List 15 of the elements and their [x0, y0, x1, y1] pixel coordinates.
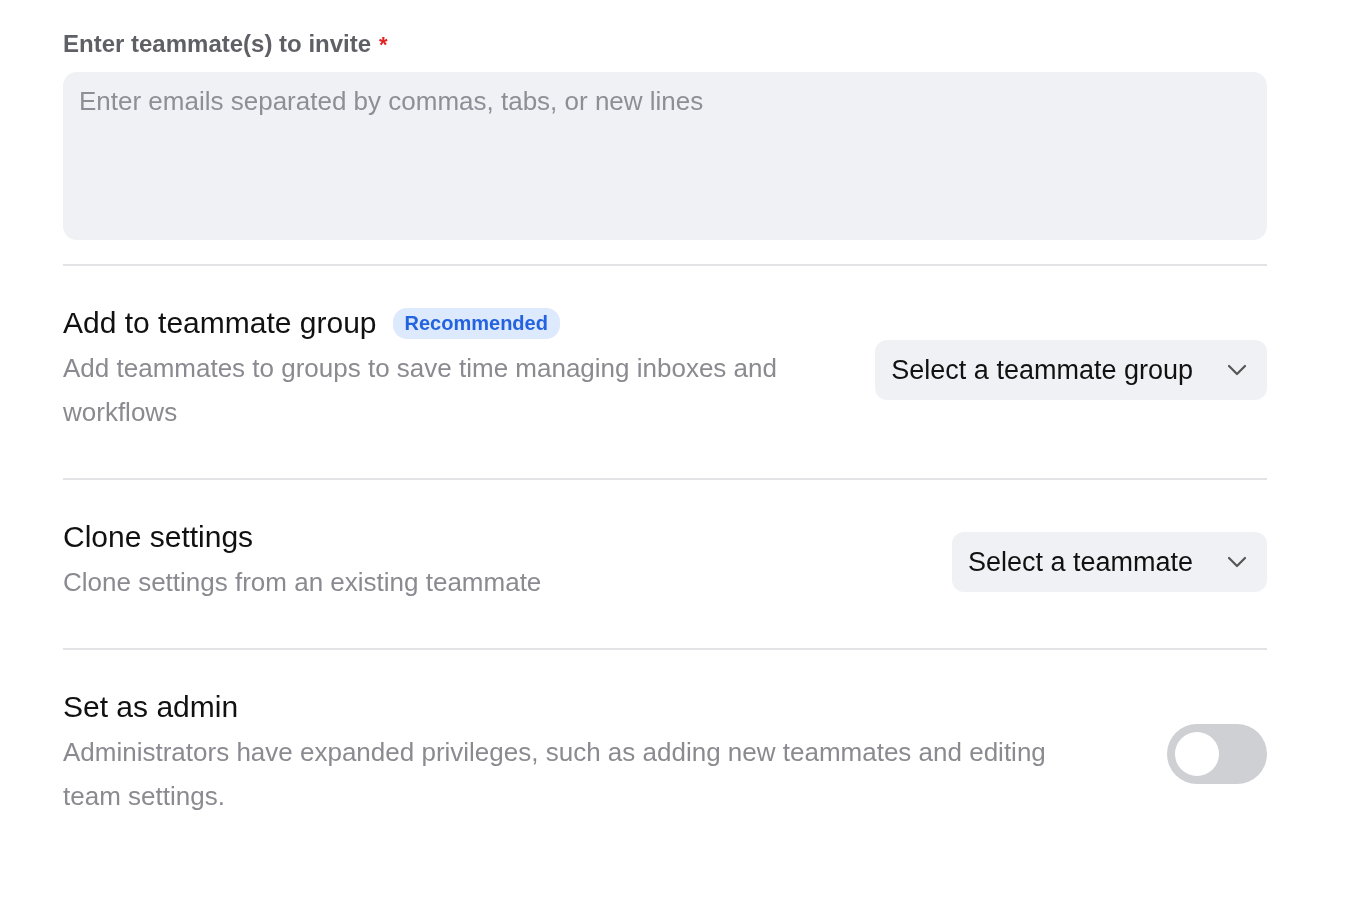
section-title: Add to teammate group [63, 306, 377, 340]
section-title: Clone settings [63, 520, 254, 554]
field-label: Enter teammate(s) to invite [63, 30, 372, 58]
section-description: Add teammates to groups to save time managing inboxes and workflows [63, 352, 778, 429]
chevron-down-icon [1227, 364, 1247, 376]
chevron-down-icon [1227, 556, 1247, 568]
section-description: Clone settings from an existing teammate [63, 566, 542, 599]
dropdown-select[interactable]: Select a teammate [951, 532, 1267, 592]
section-title: Set as admin [63, 690, 239, 724]
section-description: Administrators have expanded privileges, such as adding new teammates and editing team settings. [63, 736, 1047, 813]
recommended-badge: Recommended [392, 307, 560, 339]
required-mark: * [379, 32, 388, 58]
dropdown-select[interactable]: Select a teammate group [875, 340, 1267, 400]
toggle-switch[interactable] [1167, 724, 1267, 784]
email-input-field[interactable]: Enter emails separated by commas, tabs, or new lines [63, 72, 1267, 240]
